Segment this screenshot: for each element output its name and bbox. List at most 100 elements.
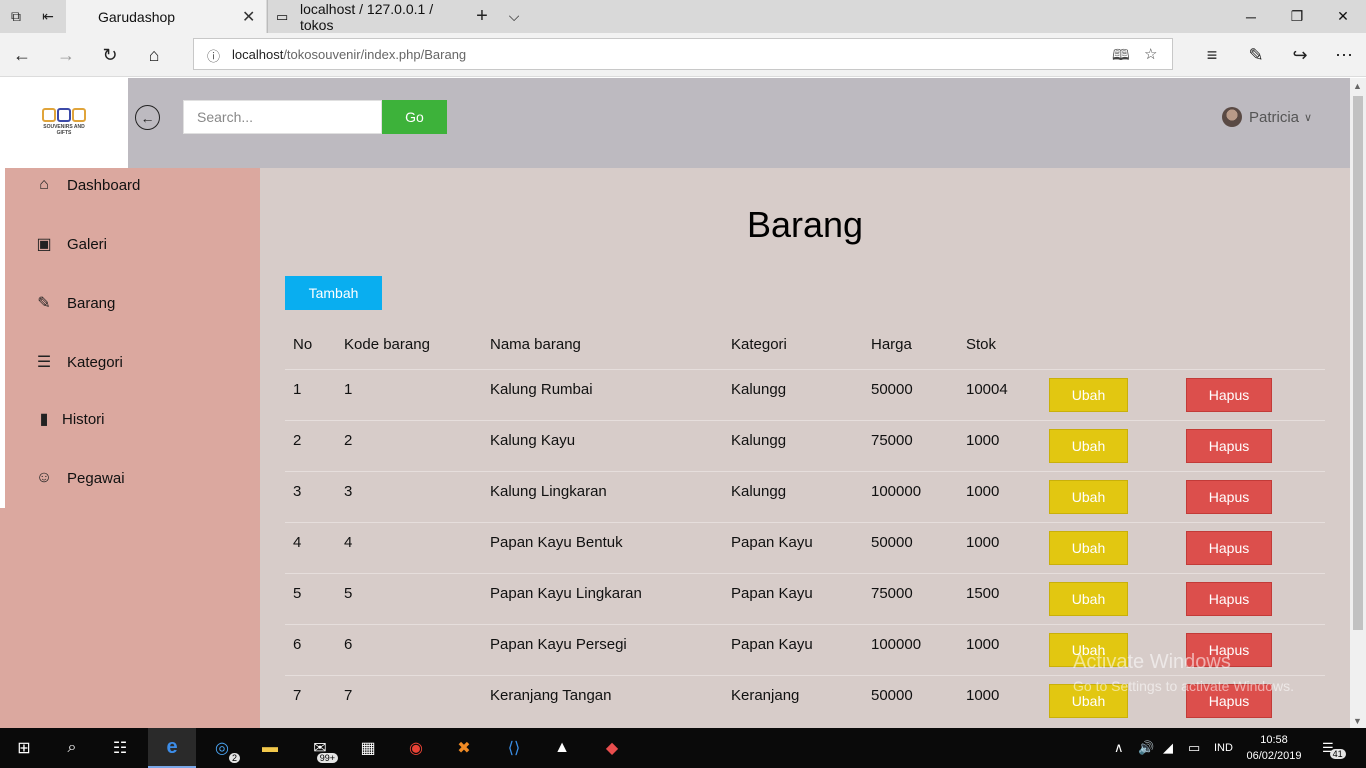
- sidebar-item-label: Histori: [62, 410, 105, 428]
- battery-icon[interactable]: ▭: [1188, 728, 1200, 768]
- favorites-hub-icon[interactable]: ≡: [1190, 33, 1234, 77]
- cell-nama: Papan Kayu Bentuk: [490, 534, 623, 551]
- sidebar-item-pegawai[interactable]: ☺ Pegawai: [33, 466, 125, 490]
- tab-preview-icon[interactable]: ⧉: [0, 0, 32, 33]
- scroll-down-icon[interactable]: ▼: [1353, 716, 1362, 726]
- volume-icon[interactable]: 🔊: [1138, 728, 1154, 768]
- list-icon: ☰: [36, 354, 52, 371]
- cell-kategori: Kalungg: [731, 483, 787, 500]
- cell-no: 7: [293, 687, 302, 704]
- mail-icon[interactable]: ✉ 99+: [296, 728, 344, 768]
- cell-harga: 50000: [871, 687, 913, 704]
- sidebar-item-dashboard[interactable]: ⌂ Dashboard: [33, 173, 140, 197]
- bookmark-icon: ▮: [39, 411, 49, 428]
- pen-icon[interactable]: ✎: [1234, 33, 1278, 77]
- more-icon[interactable]: ⋯: [1322, 33, 1366, 77]
- scroll-up-icon[interactable]: ▲: [1353, 81, 1362, 91]
- sidebar-item-label: Pegawai: [67, 469, 125, 487]
- table-row: 1 1 Kalung Rumbai Kalungg 50000 10004 Ub…: [285, 369, 1325, 420]
- edit-button[interactable]: Ubah: [1049, 378, 1128, 412]
- sidebar-item-barang[interactable]: ✎ Barang: [33, 291, 115, 315]
- chrome-icon[interactable]: ◉: [392, 728, 440, 768]
- new-tab-icon[interactable]: +: [467, 0, 497, 33]
- show-hidden-icons[interactable]: ∧: [1114, 728, 1124, 768]
- delete-button[interactable]: Hapus: [1186, 378, 1272, 412]
- file-explorer-icon[interactable]: ▬: [246, 728, 294, 768]
- cell-no: 2: [293, 432, 302, 449]
- tab-title: localhost / 127.0.0.1 / tokos: [300, 0, 434, 33]
- address-bar[interactable]: ⓘ localhost/tokosouvenir/index.php/Baran…: [193, 38, 1173, 70]
- cell-nama: Kalung Kayu: [490, 432, 576, 449]
- windows-start-icon[interactable]: ⊞: [0, 728, 48, 768]
- sidebar-item-kategori[interactable]: ☰ Kategori: [33, 350, 123, 374]
- search-input[interactable]: [183, 100, 382, 134]
- table-row: 5 5 Papan Kayu Lingkaran Papan Kayu 7500…: [285, 573, 1325, 624]
- scrollbar-thumb[interactable]: [1353, 96, 1363, 630]
- wifi-icon[interactable]: ◢: [1163, 728, 1173, 768]
- url-text: localhost/tokosouvenir/index.php/Barang: [232, 47, 466, 62]
- notification-badge: 41: [1329, 749, 1346, 759]
- page-scrollbar[interactable]: ▲ ▼: [1350, 78, 1366, 728]
- store-icon[interactable]: ▦: [344, 728, 392, 768]
- delete-button[interactable]: Hapus: [1186, 429, 1272, 463]
- cell-no: 6: [293, 636, 302, 653]
- language-indicator[interactable]: IND: [1214, 728, 1233, 768]
- cell-stok: 1000: [966, 483, 1000, 500]
- minimize-icon[interactable]: ─: [1228, 0, 1274, 33]
- add-button[interactable]: Tambah: [285, 276, 382, 310]
- cell-nama: Kalung Lingkaran: [490, 483, 607, 500]
- edge-icon[interactable]: e: [148, 728, 196, 768]
- tab-garudashop[interactable]: Garudashop ✕: [66, 0, 266, 33]
- chevron-down-icon[interactable]: ⌵: [499, 0, 529, 33]
- clock-date: 06/02/2019: [1246, 750, 1302, 762]
- set-tabs-aside-icon[interactable]: ⇤: [32, 0, 64, 33]
- table-row: 3 3 Kalung Lingkaran Kalungg 100000 1000…: [285, 471, 1325, 522]
- home-icon[interactable]: ⌂: [132, 33, 176, 77]
- git-icon[interactable]: ◆: [588, 728, 636, 768]
- close-window-icon[interactable]: ✕: [1320, 0, 1366, 33]
- refresh-icon[interactable]: ↻: [88, 33, 132, 77]
- sidebar-item-label: Galeri: [67, 235, 108, 253]
- sidebar-item-histori[interactable]: ▮ Histori: [33, 407, 105, 431]
- vscode-icon[interactable]: ⟨⟩: [490, 728, 538, 768]
- cell-no: 3: [293, 483, 302, 500]
- reading-view-icon[interactable]: 🕮: [1112, 45, 1130, 70]
- xampp-icon[interactable]: ✖: [440, 728, 488, 768]
- task-view-icon[interactable]: ☷: [96, 728, 144, 768]
- info-icon[interactable]: ⓘ: [207, 46, 220, 65]
- instagram-icon[interactable]: ◎ 2: [198, 728, 246, 768]
- cell-harga: 50000: [871, 534, 913, 551]
- gift-icon: [57, 108, 71, 122]
- clock[interactable]: 10:58 06/02/2019: [1244, 732, 1304, 764]
- column-header-harga: Harga: [871, 336, 912, 353]
- edit-button[interactable]: Ubah: [1049, 480, 1128, 514]
- edit-button[interactable]: Ubah: [1049, 582, 1128, 616]
- avatar: [1222, 107, 1242, 127]
- notification-icon[interactable]: ☰ 41: [1322, 728, 1346, 768]
- sidebar-item-galeri[interactable]: ▣ Galeri: [33, 232, 107, 256]
- favorite-star-icon[interactable]: ☆: [1144, 45, 1157, 63]
- logo-box[interactable]: SOUVENIRS AND GIFTS: [0, 78, 128, 168]
- column-header-kode: Kode barang: [344, 336, 430, 353]
- sidebar: ⌂ Dashboard ▣ Galeri ✎ Barang ☰ Kategori…: [0, 168, 260, 728]
- cell-no: 5: [293, 585, 302, 602]
- forward-icon[interactable]: →: [44, 33, 88, 77]
- cell-kode: 6: [344, 636, 353, 653]
- edit-button[interactable]: Ubah: [1049, 429, 1128, 463]
- delete-button[interactable]: Hapus: [1186, 582, 1272, 616]
- photos-icon[interactable]: ▲: [538, 728, 586, 768]
- share-icon[interactable]: ↪: [1278, 33, 1322, 77]
- close-tab-icon[interactable]: ✕: [242, 7, 255, 27]
- cell-harga: 100000: [871, 636, 922, 653]
- go-button[interactable]: Go: [382, 100, 447, 134]
- user-menu[interactable]: Patricia ∨: [1222, 105, 1312, 129]
- tab-phpmyadmin[interactable]: ▭ localhost / 127.0.0.1 / tokos: [267, 0, 465, 33]
- back-icon[interactable]: ←: [0, 33, 44, 77]
- sidebar-toggle-arrow-icon[interactable]: ←: [135, 105, 160, 130]
- search-icon[interactable]: ⌕: [48, 728, 96, 768]
- delete-button[interactable]: Hapus: [1186, 531, 1272, 565]
- site-header: SOUVENIRS AND GIFTS ← Go Patricia ∨: [0, 78, 1350, 168]
- edit-button[interactable]: Ubah: [1049, 531, 1128, 565]
- delete-button[interactable]: Hapus: [1186, 480, 1272, 514]
- restore-icon[interactable]: ❐: [1274, 0, 1320, 33]
